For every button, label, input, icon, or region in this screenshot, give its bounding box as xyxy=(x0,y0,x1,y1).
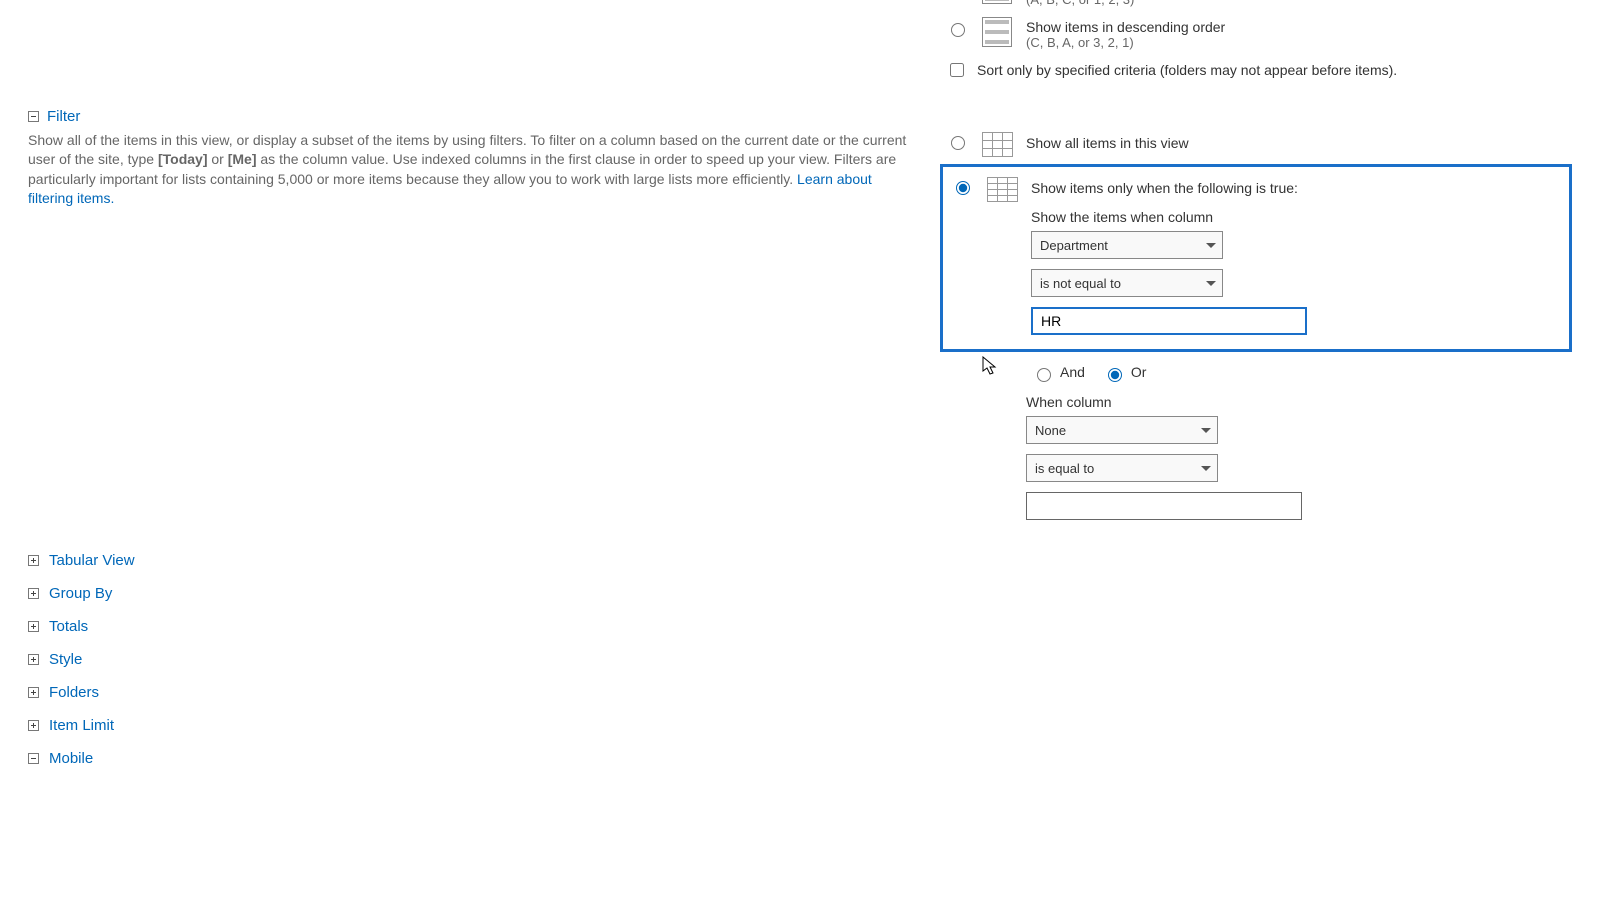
expand-icon[interactable] xyxy=(28,621,39,632)
section-mobile[interactable]: Mobile xyxy=(49,750,93,767)
filter-operator-2-value: is equal to xyxy=(1035,461,1094,476)
collapse-icon[interactable] xyxy=(28,111,39,122)
sort-desc-radio[interactable] xyxy=(951,23,965,37)
expand-icon[interactable] xyxy=(28,654,39,665)
sort-only-label: Sort only by specified criteria (folders… xyxy=(977,62,1397,78)
expand-icon[interactable] xyxy=(28,555,39,566)
filter-operator-1-value: is not equal to xyxy=(1040,276,1121,291)
section-tabular-view[interactable]: Tabular View xyxy=(49,552,135,569)
sort-asc-icon xyxy=(982,0,1012,4)
expand-icon[interactable] xyxy=(28,687,39,698)
sort-desc-hint: (C, B, A, or 3, 2, 1) xyxy=(1026,35,1225,50)
filter-and-option[interactable]: And xyxy=(1032,362,1085,382)
filter-or-option[interactable]: Or xyxy=(1103,362,1147,382)
filter-show-when-radio[interactable] xyxy=(956,181,970,195)
filter-or-radio[interactable] xyxy=(1108,368,1122,382)
filter-column-2-value: None xyxy=(1035,423,1066,438)
chevron-down-icon xyxy=(1206,243,1216,248)
chevron-down-icon xyxy=(1201,428,1211,433)
chevron-down-icon xyxy=(1201,466,1211,471)
chevron-down-icon xyxy=(1206,281,1216,286)
filter-column-1-select[interactable]: Department xyxy=(1031,231,1223,259)
sort-desc-label: Show items in descending order xyxy=(1026,19,1225,35)
filter-operator-1-select[interactable]: is not equal to xyxy=(1031,269,1223,297)
section-folders[interactable]: Folders xyxy=(49,684,99,701)
when-column-2-label: When column xyxy=(1026,394,1572,410)
filter-show-all-radio[interactable] xyxy=(951,136,965,150)
filter-section-title: Filter xyxy=(47,108,80,125)
show-when-column-label: Show the items when column xyxy=(1031,209,1557,225)
section-item-limit[interactable]: Item Limit xyxy=(49,717,114,734)
filter-column-1-value: Department xyxy=(1040,238,1108,253)
section-totals[interactable]: Totals xyxy=(49,618,88,635)
filter-value-1-input[interactable] xyxy=(1031,307,1307,335)
expand-icon[interactable] xyxy=(28,720,39,731)
sort-desc-icon xyxy=(982,17,1012,47)
filter-highlight-box: Show items only when the following is tr… xyxy=(940,164,1572,352)
filter-value-2-input[interactable] xyxy=(1026,492,1302,520)
table-all-icon xyxy=(982,132,1012,156)
section-style[interactable]: Style xyxy=(49,651,82,668)
filter-show-all-label: Show all items in this view xyxy=(1026,132,1189,151)
sort-asc-hint: (A, B, C, or 1, 2, 3) xyxy=(1026,0,1217,7)
collapse-icon[interactable] xyxy=(28,753,39,764)
filter-and-radio[interactable] xyxy=(1037,368,1051,382)
expand-icon[interactable] xyxy=(28,588,39,599)
filter-operator-2-select[interactable]: is equal to xyxy=(1026,454,1218,482)
sort-only-checkbox[interactable] xyxy=(950,63,964,77)
section-group-by[interactable]: Group By xyxy=(49,585,112,602)
filter-description: Show all of the items in this view, or d… xyxy=(28,131,908,208)
filter-show-when-label: Show items only when the following is tr… xyxy=(1031,177,1298,196)
table-filtered-icon xyxy=(987,177,1017,201)
filter-column-2-select[interactable]: None xyxy=(1026,416,1218,444)
